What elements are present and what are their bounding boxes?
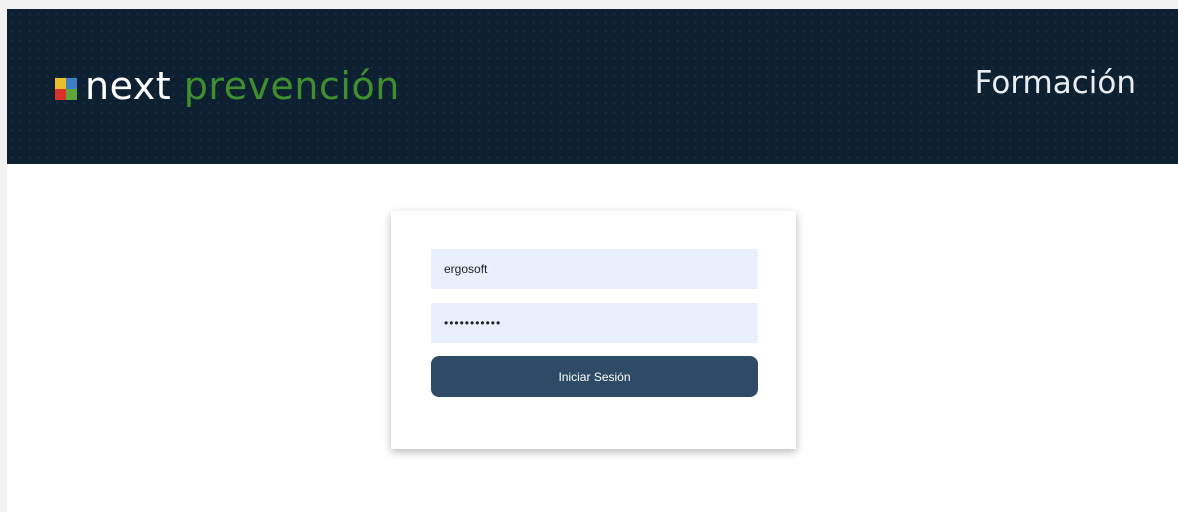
window-top-border bbox=[0, 0, 1178, 9]
window-left-border bbox=[0, 0, 7, 512]
login-card: Iniciar Sesión bbox=[391, 211, 796, 449]
username-input[interactable] bbox=[431, 249, 758, 289]
section-title: Formación bbox=[974, 65, 1136, 101]
brand-logo[interactable]: next prevención bbox=[55, 61, 400, 111]
logo-word-prevencion: prevención bbox=[183, 64, 400, 108]
logo-word-next: next bbox=[85, 64, 172, 108]
password-input[interactable] bbox=[431, 303, 758, 343]
logo-wordmark: next prevención bbox=[85, 67, 400, 105]
login-button[interactable]: Iniciar Sesión bbox=[431, 356, 758, 397]
logo-squares-icon bbox=[55, 78, 77, 100]
site-header: next prevención Formación bbox=[7, 9, 1178, 164]
